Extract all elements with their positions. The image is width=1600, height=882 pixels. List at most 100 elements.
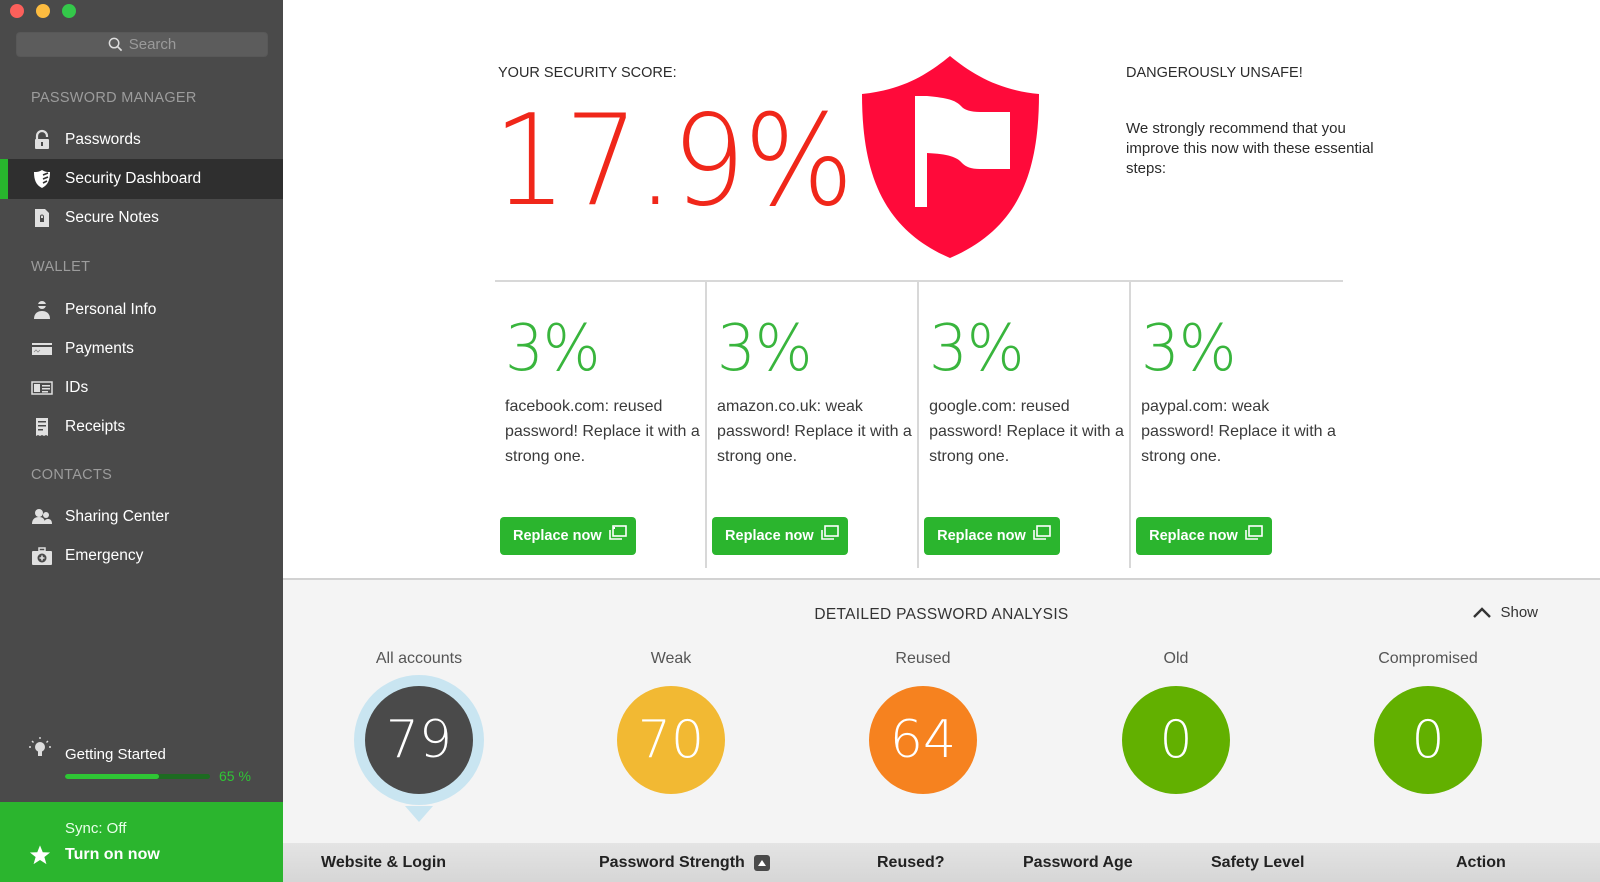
stat-weak[interactable]: Weak 70 xyxy=(571,650,771,794)
show-toggle-button[interactable]: Show xyxy=(1472,604,1538,621)
stat-all-accounts[interactable]: All accounts 79 xyxy=(319,650,519,822)
external-window-icon xyxy=(1245,525,1263,540)
search-placeholder: Search xyxy=(128,36,177,53)
column-header-safety-level[interactable]: Safety Level xyxy=(1211,843,1304,882)
security-dashboard: YOUR SECURITY SCORE: 17.9% DANGEROUSLY U… xyxy=(283,0,1600,882)
stat-compromised[interactable]: Compromised 0 xyxy=(1328,650,1528,794)
stat-value: 0 xyxy=(1411,710,1445,770)
sidebar-item-label: Payments xyxy=(65,340,134,357)
stat-value: 64 xyxy=(889,710,957,770)
stat-old[interactable]: Old 0 xyxy=(1076,650,1276,794)
zoom-window-button[interactable] xyxy=(62,4,76,18)
replace-now-button[interactable]: Replace now xyxy=(500,517,636,555)
sidebar-item-secure-notes[interactable]: Secure Notes xyxy=(0,198,283,238)
sync-panel: Sync: Off Turn on now xyxy=(0,802,283,882)
column-header-password-strength[interactable]: Password Strength xyxy=(599,843,770,882)
button-label: Replace now xyxy=(513,528,602,544)
stat-circle: 79 xyxy=(365,686,473,822)
sidebar-item-label: Security Dashboard xyxy=(65,170,202,187)
stat-circle: 64 xyxy=(869,686,977,794)
sidebar-item-sharing-center[interactable]: Sharing Center xyxy=(0,497,283,537)
column-label: Action xyxy=(1456,853,1506,871)
people-icon xyxy=(31,506,53,528)
tip-percent: 3% xyxy=(717,312,813,386)
stat-label: Weak xyxy=(650,650,692,667)
tip-card: 3% paypal.com: weak password! Replace it… xyxy=(1131,282,1343,568)
tip-percent: 3% xyxy=(1141,312,1237,386)
score-label: YOUR SECURITY SCORE: xyxy=(498,65,677,81)
column-header-website-login[interactable]: Website & Login xyxy=(321,843,446,882)
column-label: Password Age xyxy=(1023,853,1133,871)
stat-label: All accounts xyxy=(375,650,463,667)
replace-now-button[interactable]: Replace now xyxy=(924,517,1061,555)
tips-row: 3% facebook.com: reused password! Replac… xyxy=(495,280,1343,568)
button-label: Replace now xyxy=(937,528,1026,544)
getting-started[interactable]: Getting Started 65 % xyxy=(0,730,283,800)
turn-on-sync-button[interactable]: Turn on now xyxy=(65,846,160,864)
sidebar-item-label: Secure Notes xyxy=(65,209,159,226)
replace-now-button[interactable]: Replace now xyxy=(712,517,849,555)
search-input[interactable]: Search xyxy=(16,32,268,57)
tip-percent: 3% xyxy=(929,312,1025,386)
sidebar-item-payments[interactable]: Payments xyxy=(0,329,283,369)
selection-pointer xyxy=(405,806,433,822)
tip-card: 3% amazon.co.uk: weak password! Replace … xyxy=(707,282,920,568)
credit-card-icon xyxy=(31,338,53,360)
sidebar-item-label: Personal Info xyxy=(65,301,157,318)
sidebar: Search PASSWORD MANAGER Passwords Securi… xyxy=(0,0,283,882)
sidebar-item-label: Receipts xyxy=(65,418,126,435)
tip-card: 3% facebook.com: reused password! Replac… xyxy=(495,282,708,568)
sidebar-item-label: Sharing Center xyxy=(65,508,170,525)
sidebar-item-emergency[interactable]: Emergency xyxy=(0,536,283,576)
column-header-action[interactable]: Action xyxy=(1456,843,1506,882)
show-toggle-label: Show xyxy=(1500,604,1538,621)
sidebar-item-personal-info[interactable]: Personal Info xyxy=(0,290,283,330)
sidebar-item-label: Emergency xyxy=(65,547,144,564)
stat-reused[interactable]: Reused 64 xyxy=(823,650,1023,794)
password-analysis-panel: DETAILED PASSWORD ANALYSIS Show All acco… xyxy=(283,578,1600,843)
stat-label: Reused xyxy=(895,650,951,667)
getting-started-progress-bar xyxy=(65,774,210,779)
stat-value: 79 xyxy=(385,710,453,770)
tip-text: facebook.com: reused password! Replace i… xyxy=(505,398,700,465)
tip-percent: 3% xyxy=(505,312,601,386)
minimize-window-button[interactable] xyxy=(36,4,50,18)
section-label-password-manager: PASSWORD MANAGER xyxy=(31,90,197,106)
stat-label: Old xyxy=(1163,650,1189,667)
close-window-button[interactable] xyxy=(10,4,24,18)
stat-circle: 0 xyxy=(1374,686,1482,794)
window-controls xyxy=(10,4,76,18)
sidebar-item-passwords[interactable]: Passwords xyxy=(0,120,283,160)
progress-fill xyxy=(65,774,160,779)
chevron-up-icon xyxy=(1473,606,1492,618)
security-score-value: 17.9% xyxy=(493,87,854,234)
stat-circle: 70 xyxy=(617,686,725,794)
external-window-icon xyxy=(1033,525,1051,540)
tip-text: paypal.com: weak password! Replace it wi… xyxy=(1141,398,1336,465)
person-icon xyxy=(31,299,53,321)
column-label: Reused? xyxy=(877,853,945,871)
receipt-icon xyxy=(31,416,53,438)
sidebar-item-label: Passwords xyxy=(65,131,141,148)
stat-value: 70 xyxy=(637,710,705,770)
sidebar-item-security-dashboard[interactable]: Security Dashboard xyxy=(0,159,283,199)
sort-ascending-icon[interactable] xyxy=(753,854,770,871)
star-icon xyxy=(29,845,51,865)
sidebar-item-label: IDs xyxy=(65,379,89,396)
column-label: Safety Level xyxy=(1211,853,1305,871)
sidebar-item-ids[interactable]: IDs xyxy=(0,368,283,408)
column-header-password-age[interactable]: Password Age xyxy=(1023,843,1133,882)
sidebar-item-receipts[interactable]: Receipts xyxy=(0,407,283,447)
security-verdict: DANGEROUSLY UNSAFE! xyxy=(1126,65,1303,81)
replace-now-button[interactable]: Replace now xyxy=(1136,517,1273,555)
tip-text: amazon.co.uk: weak password! Replace it … xyxy=(717,398,912,465)
getting-started-percent: 65 % xyxy=(219,768,251,784)
column-label: Password Strength xyxy=(599,853,745,871)
sync-status: Sync: Off xyxy=(65,820,127,837)
section-label-contacts: CONTACTS xyxy=(31,467,113,483)
column-label: Website & Login xyxy=(321,853,447,871)
getting-started-label: Getting Started xyxy=(65,746,166,763)
column-header-reused[interactable]: Reused? xyxy=(877,843,945,882)
button-label: Replace now xyxy=(1149,528,1238,544)
app-window: Search PASSWORD MANAGER Passwords Securi… xyxy=(0,0,1600,882)
